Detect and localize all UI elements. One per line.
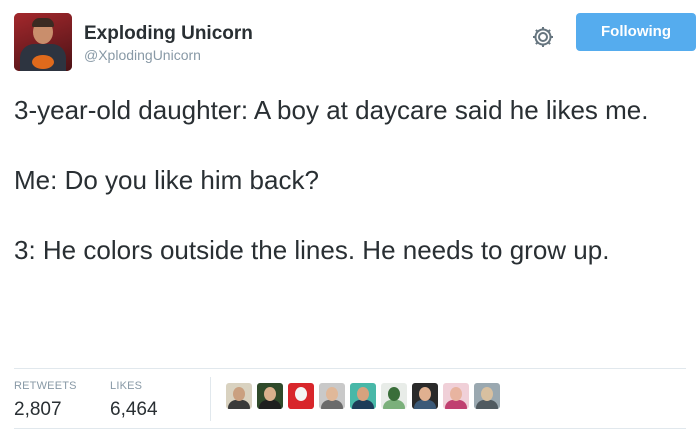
- tweet-header: Exploding Unicorn @XplodingUnicorn Follo…: [14, 13, 696, 75]
- gear-icon[interactable]: [530, 24, 556, 50]
- liker-face: [233, 387, 245, 401]
- tweet-line-2: Me: Do you like him back?: [14, 165, 319, 195]
- liker-shoulders: [290, 400, 312, 409]
- user-avatar[interactable]: [14, 13, 72, 71]
- liker-shoulders: [321, 400, 343, 409]
- tweet-line-1: 3-year-old daughter: A boy at daycare sa…: [14, 95, 649, 125]
- liker-face: [326, 387, 338, 401]
- liker-avatar-3[interactable]: [288, 383, 314, 409]
- liker-avatar-1[interactable]: [226, 383, 252, 409]
- liker-avatar-9[interactable]: [474, 383, 500, 409]
- liker-face: [357, 387, 369, 401]
- retweets-stat[interactable]: RETWEETS 2,807: [14, 379, 77, 422]
- liker-face: [481, 387, 493, 401]
- liker-shoulders: [383, 400, 405, 409]
- liker-shoulders: [259, 400, 281, 409]
- user-handle[interactable]: @XplodingUnicorn: [84, 46, 253, 64]
- liker-avatar-4[interactable]: [319, 383, 345, 409]
- retweets-count: 2,807: [14, 399, 62, 420]
- liker-avatar-2[interactable]: [257, 383, 283, 409]
- liker-avatar-7[interactable]: [412, 383, 438, 409]
- bottom-divider: [14, 428, 686, 429]
- likes-label: LIKES: [110, 380, 143, 392]
- liker-shoulders: [414, 400, 436, 409]
- liker-face: [264, 387, 276, 401]
- liker-face: [419, 387, 431, 401]
- likes-count: 6,464: [110, 399, 158, 420]
- tweet-card: Exploding Unicorn @XplodingUnicorn Follo…: [0, 0, 700, 439]
- retweets-label: RETWEETS: [14, 380, 77, 392]
- tweet-text: 3-year-old daughter: A boy at daycare sa…: [14, 92, 686, 268]
- liker-avatar-8[interactable]: [443, 383, 469, 409]
- avatar-pumpkin: [32, 55, 54, 69]
- tweet-line-3: 3: He colors outside the lines. He needs…: [14, 235, 610, 265]
- user-names: Exploding Unicorn @XplodingUnicorn: [84, 23, 253, 64]
- stats-divider: [210, 377, 211, 421]
- liker-shoulders: [445, 400, 467, 409]
- liker-shoulders: [228, 400, 250, 409]
- liker-face: [450, 387, 462, 401]
- liker-shoulders: [476, 400, 498, 409]
- tweet-stats: RETWEETS 2,807 LIKES 6,464: [14, 368, 686, 428]
- liker-avatar-6[interactable]: [381, 383, 407, 409]
- avatar-hair: [32, 18, 54, 27]
- likes-stat[interactable]: LIKES 6,464: [110, 379, 158, 422]
- display-name[interactable]: Exploding Unicorn: [84, 23, 253, 45]
- liker-face: [295, 387, 307, 401]
- following-button[interactable]: Following: [576, 13, 696, 51]
- liker-shoulders: [352, 400, 374, 409]
- liker-face: [388, 387, 400, 401]
- liker-avatar-5[interactable]: [350, 383, 376, 409]
